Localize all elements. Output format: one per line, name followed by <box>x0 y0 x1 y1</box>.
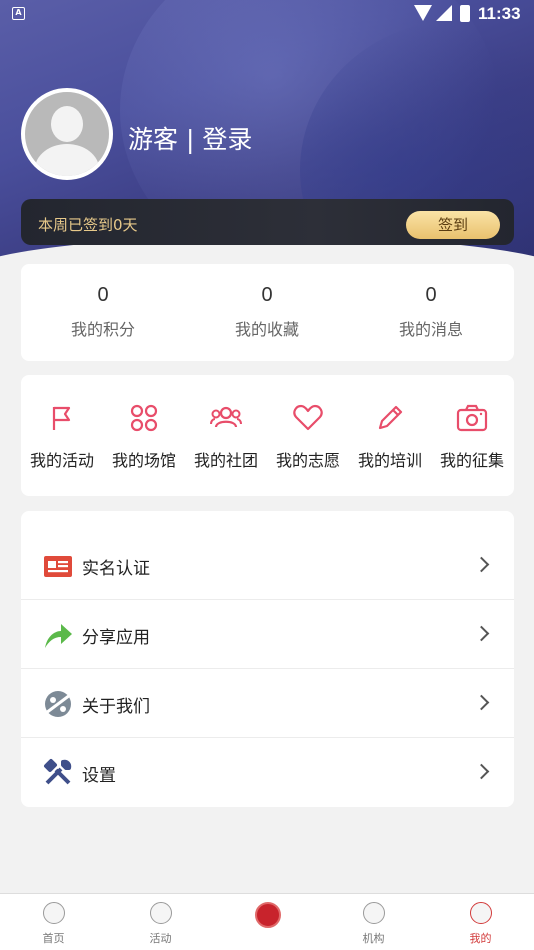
feature-my-volunteer[interactable]: 我的志愿 <box>267 403 349 471</box>
qr-code-icon <box>254 902 281 928</box>
menu-item-settings[interactable]: 设置 <box>21 738 514 807</box>
bottom-tab-bar: 首页 活动 机构 我的 <box>0 893 534 950</box>
camera-icon <box>456 404 488 432</box>
share-arrow-icon <box>45 624 72 648</box>
stats-card: 0 我的积分 0 我的收藏 0 我的消息 <box>21 264 514 361</box>
settings-menu: 实名认证 分享应用 关于我们 设置 <box>21 511 514 807</box>
feature-my-collection[interactable]: 我的征集 <box>431 403 513 471</box>
activity-icon <box>149 902 172 924</box>
pencil-icon <box>378 405 403 430</box>
feature-label: 我的活动 <box>29 451 94 470</box>
avatar-head <box>51 106 83 142</box>
features-card: 我的活动 我的场馆 我的社团 我的志愿 我的培训 我的征集 <box>21 375 514 496</box>
login-link[interactable]: 游客 | 登录 <box>128 120 252 156</box>
menu-label: 关于我们 <box>82 697 150 717</box>
tab-mine[interactable]: 我的 <box>427 900 534 946</box>
wifi-icon <box>414 5 432 21</box>
id-card-icon <box>44 556 72 577</box>
feature-label: 我的征集 <box>439 451 504 470</box>
chevron-right-icon <box>473 556 490 573</box>
avatar-body <box>35 144 99 176</box>
feature-label: 我的场馆 <box>111 451 176 470</box>
menu-label: 分享应用 <box>82 628 150 648</box>
feature-my-training[interactable]: 我的培训 <box>349 403 431 471</box>
checkin-button[interactable]: 签到 <box>406 211 500 239</box>
stat-favorites[interactable]: 0 我的收藏 <box>185 284 349 340</box>
status-time: 11:33 <box>478 4 521 23</box>
tab-activities[interactable]: 活动 <box>107 900 214 946</box>
stat-messages[interactable]: 0 我的消息 <box>349 284 513 340</box>
tab-institutions[interactable]: 机构 <box>320 900 427 946</box>
stat-label: 我的消息 <box>398 320 463 339</box>
planet-icon <box>45 691 71 717</box>
tab-label: 机构 <box>362 932 385 945</box>
stat-label: 我的积分 <box>70 320 135 339</box>
menu-item-real-name[interactable]: 实名认证 <box>21 531 514 600</box>
tab-label: 活动 <box>149 932 172 945</box>
home-icon <box>42 902 65 924</box>
venue-icon <box>130 404 158 432</box>
group-icon <box>210 406 242 428</box>
flag-icon <box>52 406 71 430</box>
checkin-bar: 本周已签到0天 签到 <box>21 199 514 245</box>
feature-my-venues[interactable]: 我的场馆 <box>103 403 185 471</box>
feature-my-activities[interactable]: 我的活动 <box>21 403 103 471</box>
feature-label: 我的培训 <box>357 451 422 470</box>
chevron-right-icon <box>473 694 490 711</box>
battery-icon <box>460 5 470 22</box>
tools-icon <box>44 759 72 785</box>
stat-label: 我的收藏 <box>234 320 299 339</box>
menu-item-share-app[interactable]: 分享应用 <box>21 600 514 669</box>
heart-icon <box>293 404 323 431</box>
chevron-right-icon <box>473 625 490 642</box>
avatar[interactable] <box>21 88 113 180</box>
menu-label: 设置 <box>82 766 116 786</box>
tab-home[interactable]: 首页 <box>0 900 107 946</box>
tab-scan[interactable] <box>214 900 321 934</box>
signal-icon <box>436 5 452 21</box>
feature-my-clubs[interactable]: 我的社团 <box>185 403 267 471</box>
tab-label: 我的 <box>469 932 492 945</box>
status-bar: A 11:33 <box>0 0 534 28</box>
notification-icon: A <box>12 7 25 20</box>
user-icon <box>469 902 492 924</box>
checkin-text: 本周已签到0天 <box>38 216 138 234</box>
stat-value: 0 <box>261 284 273 306</box>
tab-label: 首页 <box>42 932 65 945</box>
chevron-right-icon <box>473 763 490 780</box>
menu-item-about-us[interactable]: 关于我们 <box>21 669 514 738</box>
menu-label: 实名认证 <box>82 559 150 579</box>
stat-points[interactable]: 0 我的积分 <box>21 284 185 340</box>
stat-value: 0 <box>425 284 437 306</box>
stat-value: 0 <box>97 284 109 306</box>
building-icon <box>362 902 385 924</box>
feature-label: 我的志愿 <box>275 451 340 470</box>
feature-label: 我的社团 <box>193 451 258 470</box>
page-background <box>0 820 534 893</box>
